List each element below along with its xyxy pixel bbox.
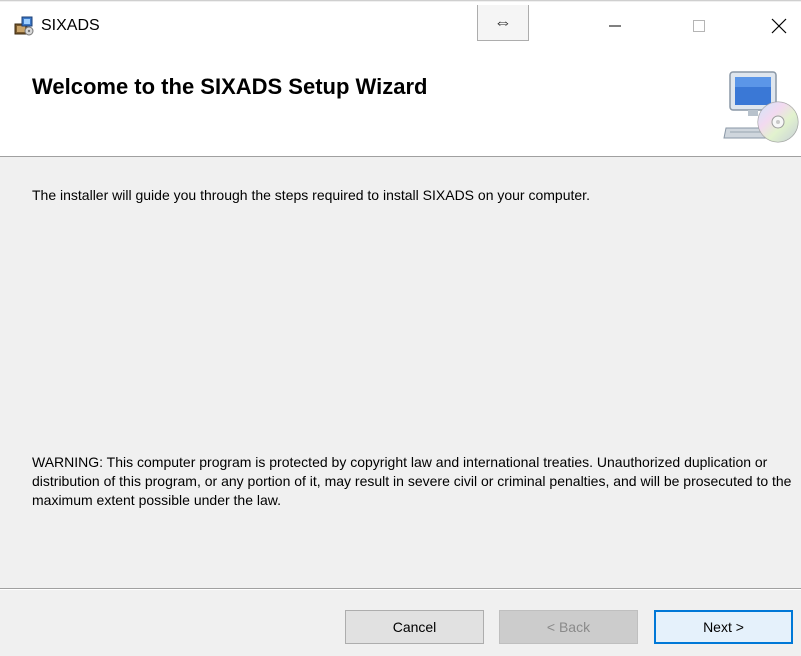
page-title: Welcome to the SIXADS Setup Wizard <box>32 74 428 99</box>
computer-cd-icon <box>722 68 800 146</box>
title-bar[interactable]: SIXADS ⇔ <box>0 2 801 48</box>
maximize-button[interactable] <box>676 3 722 49</box>
close-icon <box>771 18 787 34</box>
next-button[interactable]: Next > <box>654 610 793 644</box>
back-button[interactable]: < Back <box>499 610 638 644</box>
resize-handle[interactable]: ⇔ <box>477 5 529 41</box>
window-title: SIXADS <box>41 17 100 34</box>
cancel-button[interactable]: Cancel <box>345 610 484 644</box>
intro-text: The installer will guide you through the… <box>32 187 590 203</box>
copyright-warning: WARNING: This computer program is protec… <box>32 454 792 508</box>
wizard-banner: Welcome to the SIXADS Setup Wizard <box>0 48 801 157</box>
setup-wizard-window: SIXADS ⇔ Welcome to the SIXADS Setup Wiz… <box>0 0 801 656</box>
footer-divider <box>0 588 801 590</box>
maximize-icon <box>693 20 705 32</box>
minimize-button[interactable] <box>592 3 638 49</box>
close-button[interactable] <box>756 3 801 49</box>
double-arrow-icon: ⇔ <box>494 12 512 32</box>
minimize-icon <box>609 25 621 27</box>
installer-app-icon <box>14 16 34 36</box>
